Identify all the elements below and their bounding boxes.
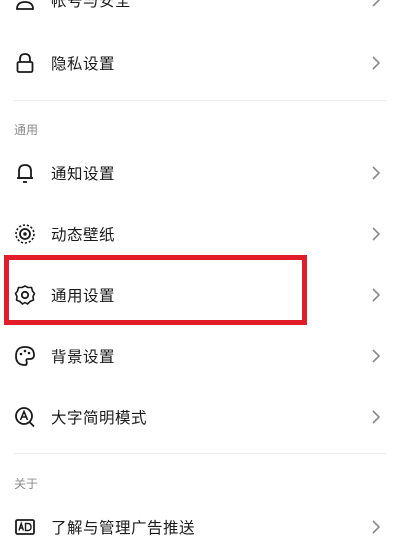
bell-icon: [14, 162, 36, 184]
settings-item-general[interactable]: 通用设置: [0, 265, 400, 325]
dynamic-wallpaper-icon: [14, 223, 36, 245]
ad-icon: [14, 516, 36, 538]
settings-item-privacy[interactable]: 隐私设置: [0, 33, 400, 93]
settings-item-label: 了解与管理广告推送: [51, 519, 196, 537]
chevron-right-icon: [370, 520, 382, 534]
settings-item-label: 动态壁纸: [51, 226, 116, 244]
settings-item-label: 帐号与安全: [51, 0, 132, 10]
settings-item-background[interactable]: 背景设置: [0, 326, 400, 386]
section-divider: [14, 453, 386, 454]
chevron-right-icon: [370, 227, 382, 241]
section-divider: [14, 100, 386, 101]
section-title-general: 通用: [14, 123, 39, 137]
gear-icon: [14, 284, 36, 306]
settings-item-ads[interactable]: 了解与管理广告推送: [0, 497, 400, 557]
chevron-right-icon: [370, 288, 382, 302]
settings-item-label: 大字简明模式: [51, 409, 148, 427]
settings-item-large-font[interactable]: 大字简明模式: [0, 387, 400, 447]
settings-page: 帐号与安全 隐私设置 通用 通知设置 动态壁纸 通用设置 背景设置 大字简明模式…: [0, 0, 400, 559]
settings-item-label: 背景设置: [51, 348, 116, 366]
chevron-right-icon: [370, 56, 382, 70]
settings-item-label: 通知设置: [51, 165, 116, 183]
chevron-right-icon: [370, 166, 382, 180]
person-icon: [14, 0, 36, 11]
lock-icon: [14, 52, 36, 74]
settings-item-label: 隐私设置: [51, 55, 116, 73]
chevron-right-icon: [370, 0, 382, 7]
chevron-right-icon: [370, 410, 382, 424]
section-title-about: 关于: [14, 477, 39, 491]
settings-item-live-wallpaper[interactable]: 动态壁纸: [0, 204, 400, 264]
large-font-icon: [14, 406, 36, 428]
settings-item-notification[interactable]: 通知设置: [0, 143, 400, 203]
settings-item-label: 通用设置: [51, 287, 116, 305]
palette-icon: [14, 345, 36, 367]
chevron-right-icon: [370, 349, 382, 363]
settings-item-account-security[interactable]: 帐号与安全: [0, 0, 400, 30]
